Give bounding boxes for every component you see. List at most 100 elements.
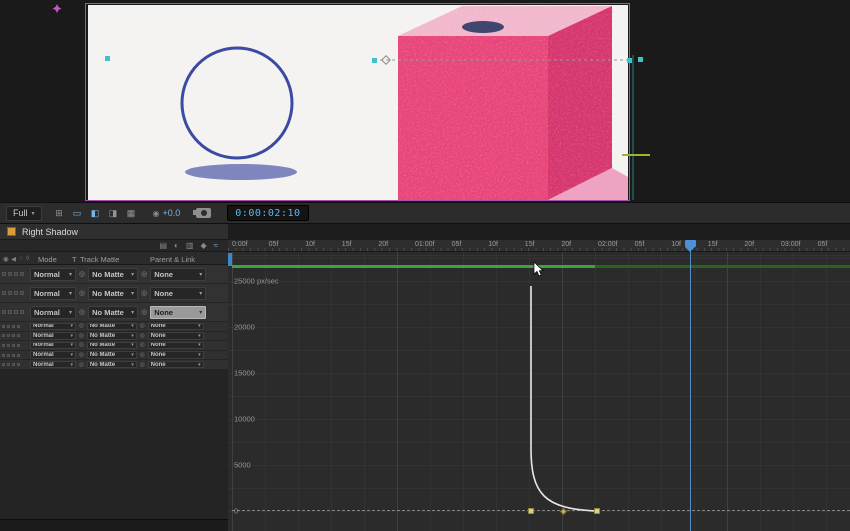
layer-switches[interactable] bbox=[0, 353, 28, 357]
mini-flowchart-icon[interactable]: ▤ bbox=[159, 241, 167, 250]
parent-pickwhip-icon[interactable]: ◎ bbox=[140, 323, 145, 329]
work-area-bar[interactable] bbox=[595, 265, 850, 268]
layer-switches[interactable] bbox=[0, 324, 28, 328]
blend-mode-dropdown[interactable]: Normal ▾ bbox=[30, 322, 76, 331]
track-matte-pickwhip-icon[interactable]: ◎ bbox=[79, 308, 85, 316]
solo-icon[interactable]: ○ bbox=[19, 255, 23, 262]
cube-top-ellipse[interactable] bbox=[462, 21, 504, 33]
blend-mode-dropdown[interactable]: Normal ▾ bbox=[30, 341, 76, 350]
track-matte-dropdown[interactable]: No Matte ▾ bbox=[86, 322, 137, 331]
keyframe[interactable] bbox=[594, 508, 600, 514]
layer-switches[interactable] bbox=[0, 291, 28, 295]
motion-blur-icon[interactable]: ◆ bbox=[200, 241, 206, 250]
cube-noise-texture bbox=[398, 6, 612, 200]
region-of-interest-icon[interactable]: ◧ bbox=[88, 206, 103, 220]
track-matte-column-label: Track Matte bbox=[80, 254, 120, 264]
layer-row[interactable]: Normal ▾ ◎ No Matte ▾ ◎ None ▾ bbox=[0, 331, 228, 342]
composition-viewer[interactable] bbox=[0, 0, 850, 202]
layer-switches[interactable] bbox=[0, 310, 28, 314]
track-matte-dropdown[interactable]: No Matte ▾ bbox=[86, 341, 137, 350]
magnification-dropdown[interactable]: Full ▾ bbox=[6, 205, 42, 221]
layer-row[interactable]: Normal ▾ ◎ No Matte ▾ ◎ None ▾ bbox=[0, 265, 228, 284]
layer-row[interactable]: Normal ▾ ◎ No Matte ▾ ◎ None ▾ bbox=[0, 350, 228, 361]
layer-switches[interactable] bbox=[0, 272, 28, 276]
grid-options-icon[interactable]: ⊞ bbox=[52, 206, 67, 220]
timecode-display[interactable]: 0:00:02:10 bbox=[227, 205, 309, 221]
ruler-label: 05f bbox=[268, 241, 279, 248]
blend-mode-dropdown[interactable]: Normal ▾ bbox=[30, 351, 76, 359]
parent-pickwhip-icon[interactable]: ◎ bbox=[141, 270, 147, 278]
track-matte-pickwhip-icon[interactable]: ◎ bbox=[79, 342, 84, 348]
exposure-control[interactable]: ◉ +0.0 bbox=[153, 208, 181, 218]
snapshot-camera-icon[interactable] bbox=[193, 208, 212, 218]
parent-pickwhip-icon[interactable]: ◎ bbox=[140, 342, 145, 348]
blend-mode-dropdown[interactable]: Normal ▾ bbox=[30, 360, 76, 369]
layer-switches[interactable] bbox=[0, 343, 28, 347]
parent-link-dropdown[interactable]: None ▾ bbox=[150, 267, 207, 281]
blend-mode-dropdown[interactable]: Normal ▾ bbox=[30, 305, 76, 319]
track-matte-pickwhip-icon[interactable]: ◎ bbox=[79, 323, 84, 329]
parent-link-dropdown[interactable]: None ▾ bbox=[147, 322, 204, 331]
sparkle-icon bbox=[52, 4, 62, 13]
blend-mode-dropdown[interactable]: Normal ▾ bbox=[30, 286, 76, 300]
parent-link-dropdown[interactable]: None ▾ bbox=[147, 341, 204, 350]
parent-link-dropdown[interactable]: None ▾ bbox=[147, 332, 204, 340]
t-column-label: T bbox=[72, 254, 77, 264]
track-matte-dropdown[interactable]: No Matte ▾ bbox=[88, 267, 139, 281]
blend-mode-dropdown[interactable]: Normal ▾ bbox=[30, 267, 76, 281]
channels-icon[interactable]: ◨ bbox=[106, 206, 121, 220]
eye-icon[interactable]: ◉ bbox=[3, 255, 9, 263]
track-matte-pickwhip-icon[interactable]: ◎ bbox=[79, 362, 84, 368]
track-matte-dropdown[interactable]: No Matte ▾ bbox=[86, 360, 137, 369]
blend-mode-dropdown[interactable]: Normal ▾ bbox=[30, 332, 76, 340]
handle-far-right[interactable] bbox=[638, 57, 643, 62]
audio-icon[interactable]: ◀ bbox=[11, 255, 16, 263]
lock-icon[interactable]: ◊ bbox=[26, 255, 29, 262]
handle-right[interactable] bbox=[627, 58, 632, 63]
layer-row[interactable]: Normal ▾ ◎ No Matte ▾ ◎ None ▾ bbox=[0, 303, 228, 322]
track-matte-dropdown[interactable]: No Matte ▾ bbox=[88, 305, 139, 319]
work-area-start-handle[interactable] bbox=[228, 253, 232, 266]
graph-area[interactable]: 25000 px/sec 20000 15000 10000 5000 0 bbox=[228, 252, 850, 531]
track-matte-pickwhip-icon[interactable]: ◎ bbox=[79, 289, 85, 297]
resolution-icon[interactable]: ▦ bbox=[124, 206, 139, 220]
cube-layer[interactable] bbox=[396, 4, 628, 202]
keyframe[interactable] bbox=[528, 508, 534, 514]
layer-panel-empty-area bbox=[0, 370, 228, 531]
parent-pickwhip-icon[interactable]: ◎ bbox=[140, 352, 145, 358]
layer-row[interactable]: Normal ▾ ◎ No Matte ▾ ◎ None ▾ bbox=[0, 341, 228, 351]
handle-mid[interactable] bbox=[372, 58, 377, 63]
shy-layers-icon[interactable]: ◐ bbox=[174, 241, 179, 250]
layer-switches[interactable] bbox=[0, 363, 28, 367]
track-matte-pickwhip-icon[interactable]: ◎ bbox=[79, 270, 85, 278]
composition-icon bbox=[7, 227, 16, 236]
after-effects-window: Full ▾ ⊞ ▭ ◧ ◨ ▦ ◉ +0.0 0:00:02:10 Right… bbox=[0, 0, 850, 531]
circle-shadow-ellipse[interactable] bbox=[185, 164, 297, 180]
parent-link-dropdown[interactable]: None ▾ bbox=[150, 286, 207, 300]
playhead-head[interactable] bbox=[685, 240, 696, 252]
layer-switches[interactable] bbox=[0, 334, 28, 338]
parent-pickwhip-icon[interactable]: ◎ bbox=[141, 308, 147, 316]
track-matte-pickwhip-icon[interactable]: ◎ bbox=[79, 352, 84, 358]
track-matte-pickwhip-icon[interactable]: ◎ bbox=[79, 333, 84, 339]
track-matte-dropdown[interactable]: No Matte ▾ bbox=[86, 351, 137, 359]
layer-row[interactable]: Normal ▾ ◎ No Matte ▾ ◎ None ▾ bbox=[0, 322, 228, 332]
graph-editor-icon[interactable]: ≈ bbox=[214, 241, 218, 250]
time-ruler[interactable]: 0:00f 05f 10f 15f 20f 01:00f 05f 10f 15f 20f 02:00… bbox=[228, 240, 850, 252]
parent-link-dropdown[interactable]: None ▾ bbox=[147, 360, 204, 369]
track-matte-dropdown[interactable]: No Matte ▾ bbox=[88, 286, 139, 300]
exposure-icon: ◉ bbox=[152, 208, 160, 218]
parent-pickwhip-icon[interactable]: ◎ bbox=[140, 333, 145, 339]
track-matte-dropdown[interactable]: No Matte ▾ bbox=[86, 332, 137, 340]
handle-left[interactable] bbox=[105, 56, 110, 61]
playhead-line[interactable] bbox=[690, 240, 691, 531]
composition-tab[interactable]: Right Shadow bbox=[0, 224, 228, 240]
parent-link-dropdown[interactable]: None ▾ bbox=[147, 351, 204, 359]
parent-link-dropdown[interactable]: None ▾ bbox=[150, 305, 207, 319]
mask-visibility-icon[interactable]: ▭ bbox=[70, 206, 85, 220]
frame-blend-icon[interactable]: ▥ bbox=[186, 241, 194, 250]
layer-row[interactable]: Normal ▾ ◎ No Matte ▾ ◎ None ▾ bbox=[0, 360, 228, 370]
parent-pickwhip-icon[interactable]: ◎ bbox=[140, 362, 145, 368]
layer-row[interactable]: Normal ▾ ◎ No Matte ▾ ◎ None ▾ bbox=[0, 284, 228, 303]
parent-pickwhip-icon[interactable]: ◎ bbox=[141, 289, 147, 297]
